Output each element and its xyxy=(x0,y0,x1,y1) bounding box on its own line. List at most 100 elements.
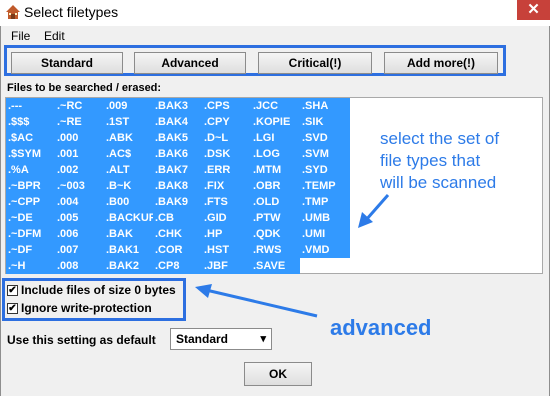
filetype-item[interactable]: .001 xyxy=(55,146,104,162)
filetype-item[interactable]: .BAK7 xyxy=(153,162,202,178)
filetype-item[interactable]: .COR xyxy=(153,242,202,258)
filetype-item[interactable]: .$SYM xyxy=(6,146,55,162)
filetype-item[interactable]: .007 xyxy=(55,242,104,258)
filetype-item[interactable]: .ERR xyxy=(202,162,251,178)
filetype-item[interactable]: .BAK4 xyxy=(153,114,202,130)
filetype-item[interactable]: .BAK8 xyxy=(153,178,202,194)
filetype-item[interactable]: .ALT xyxy=(104,162,153,178)
filetype-item[interactable]: .BAK2 xyxy=(104,258,153,274)
include-zero-size-checkbox-row[interactable]: ✔ Include files of size 0 bytes xyxy=(7,283,176,297)
filetype-item[interactable]: .BAK xyxy=(104,226,153,242)
menu-edit[interactable]: Edit xyxy=(44,29,65,43)
add-more-button[interactable]: Add more(!) xyxy=(384,52,498,74)
filetype-item[interactable]: .B~K xyxy=(104,178,153,194)
filetype-item[interactable]: .HP xyxy=(202,226,251,242)
arrow-left-icon xyxy=(195,284,318,318)
filetype-item[interactable]: .SVD xyxy=(300,130,350,146)
filetype-item[interactable]: .TEMP xyxy=(300,178,350,194)
filetype-item[interactable]: .ABK xyxy=(104,130,153,146)
filetype-item[interactable]: .MTM xyxy=(251,162,300,178)
filetype-item[interactable]: .QDK xyxy=(251,226,300,242)
filetype-item[interactable]: .GID xyxy=(202,210,251,226)
filetype-item[interactable]: .CPS xyxy=(202,98,251,114)
filetype-item[interactable]: .~RC xyxy=(55,98,104,114)
ok-button[interactable]: OK xyxy=(244,362,312,386)
filetype-item[interactable]: .~CPP xyxy=(6,194,55,210)
filetype-item[interactable]: .BAK1 xyxy=(104,242,153,258)
filetype-item[interactable]: .~H xyxy=(6,258,55,274)
files-label: Files to be searched / erased: xyxy=(7,82,162,94)
filetype-item[interactable]: .HST xyxy=(202,242,251,258)
advanced-button[interactable]: Advanced xyxy=(134,52,246,74)
filetype-item[interactable]: .~003 xyxy=(55,178,104,194)
filetype-item[interactable]: .BAK3 xyxy=(153,98,202,114)
filetype-item[interactable]: .JCC xyxy=(251,98,300,114)
standard-button[interactable]: Standard xyxy=(11,52,123,74)
filetype-item[interactable]: .SHA xyxy=(300,98,350,114)
filetype-item[interactable]: .BAK5 xyxy=(153,130,202,146)
filetype-item[interactable]: .--- xyxy=(6,98,55,114)
filetype-item[interactable]: .$AC xyxy=(6,130,55,146)
filetype-item[interactable]: .KOPIE xyxy=(251,114,300,130)
filetype-item[interactable]: .TMP xyxy=(300,194,350,210)
filetype-item[interactable]: .008 xyxy=(55,258,104,274)
filetype-item[interactable]: .AC$ xyxy=(104,146,153,162)
window-title: Select filetypes xyxy=(24,4,119,20)
filetype-column: .SHA .SIK .SVD .SVM .SYD .TEMP .TMP .UMB… xyxy=(300,98,350,258)
filetype-item[interactable]: .SYD xyxy=(300,162,350,178)
filetype-item[interactable]: .FTS xyxy=(202,194,251,210)
filetype-item[interactable]: .BAK9 xyxy=(153,194,202,210)
filetype-item[interactable]: .~BPR xyxy=(6,178,55,194)
filetype-item[interactable]: .B00 xyxy=(104,194,153,210)
filetype-item[interactable]: .000 xyxy=(55,130,104,146)
filetype-column: .--- .$$$ .$AC .$SYM .%A .~BPR .~CPP .~D… xyxy=(6,98,55,274)
filetype-item[interactable]: .~RE xyxy=(55,114,104,130)
filetype-column: .BAK3 .BAK4 .BAK5 .BAK6 .BAK7 .BAK8 .BAK… xyxy=(153,98,202,274)
filetype-item[interactable]: .CB xyxy=(153,210,202,226)
filetype-item[interactable]: .SIK xyxy=(300,114,350,130)
filetype-item[interactable]: .~DFM xyxy=(6,226,55,242)
filetype-item[interactable]: .CP8 xyxy=(153,258,202,274)
filetype-item[interactable]: .005 xyxy=(55,210,104,226)
filetype-item[interactable]: .1ST xyxy=(104,114,153,130)
filetype-item[interactable]: .SAVE xyxy=(251,258,300,274)
filetype-item[interactable]: .$$$ xyxy=(6,114,55,130)
filetype-item[interactable]: .JBF xyxy=(202,258,251,274)
filetype-item[interactable]: .VMD xyxy=(300,242,350,258)
filetype-item[interactable]: .004 xyxy=(55,194,104,210)
filetype-item[interactable]: .002 xyxy=(55,162,104,178)
filetype-item[interactable]: .RWS xyxy=(251,242,300,258)
filetype-item[interactable]: .D~L xyxy=(202,130,251,146)
default-setting-select[interactable]: Standard ▾ xyxy=(170,328,272,350)
filetype-item[interactable]: .OBR xyxy=(251,178,300,194)
filetype-item[interactable]: .LOG xyxy=(251,146,300,162)
filetype-item[interactable]: .FIX xyxy=(202,178,251,194)
ignore-write-protection-checkbox[interactable]: ✔ xyxy=(7,302,18,314)
filetype-item[interactable]: .006 xyxy=(55,226,104,242)
include-zero-size-label: Include files of size 0 bytes xyxy=(21,283,176,297)
filetype-item[interactable]: .UMI xyxy=(300,226,350,242)
ignore-write-protection-checkbox-row[interactable]: ✔ Ignore write-protection xyxy=(7,301,152,315)
filetype-item[interactable]: .DSK xyxy=(202,146,251,162)
filetype-item[interactable]: .009 xyxy=(104,98,153,114)
filetype-column: .009 .1ST .ABK .AC$ .ALT .B~K .B00 .BACK… xyxy=(104,98,156,274)
default-setting-label: Use this setting as default xyxy=(7,333,156,347)
filetype-item[interactable]: .~DE xyxy=(6,210,55,226)
filetype-item[interactable]: .PTW xyxy=(251,210,300,226)
filetype-item[interactable]: .UMB xyxy=(300,210,350,226)
filetype-item[interactable]: .OLD xyxy=(251,194,300,210)
filetype-item[interactable]: .BAK6 xyxy=(153,146,202,162)
filetype-item[interactable]: .CHK xyxy=(153,226,202,242)
filetype-item[interactable]: .CPY xyxy=(202,114,251,130)
include-zero-size-checkbox[interactable]: ✔ xyxy=(7,284,18,296)
filetype-item[interactable]: .SVM xyxy=(300,146,350,162)
filetype-item[interactable]: .BACKUP xyxy=(104,210,156,226)
menu-file[interactable]: File xyxy=(11,29,30,43)
filetype-column: .~RC .~RE .000 .001 .002 .~003 .004 .005… xyxy=(55,98,104,274)
filetype-item[interactable]: .%A xyxy=(6,162,55,178)
critical-button[interactable]: Critical(!) xyxy=(258,52,372,74)
close-button[interactable]: ✕ xyxy=(517,0,550,20)
filetype-item[interactable]: .LGI xyxy=(251,130,300,146)
advanced-annotation: advanced xyxy=(330,315,432,340)
filetype-item[interactable]: .~DF xyxy=(6,242,55,258)
